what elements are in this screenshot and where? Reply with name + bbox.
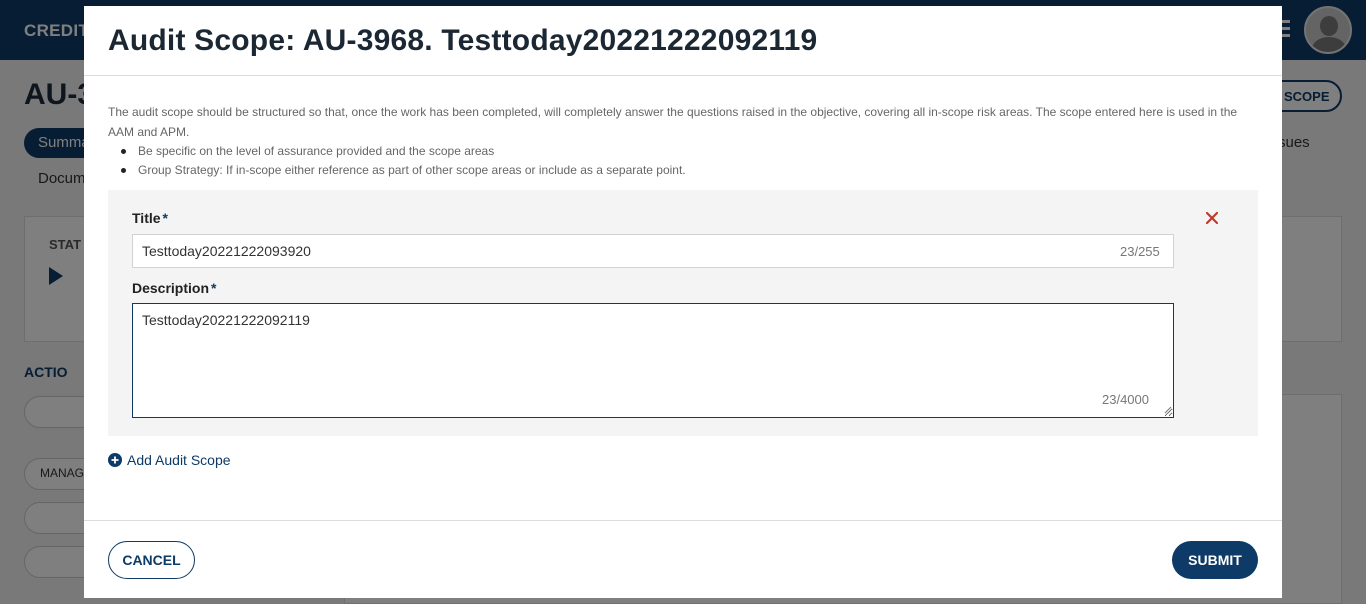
dialog-header: Audit Scope: AU-3968. Testtoday202212220… bbox=[84, 6, 1282, 76]
description-textarea[interactable]: Testtoday20221222092119 bbox=[132, 303, 1174, 418]
list-item: Group Strategy: If in-scope either refer… bbox=[108, 161, 686, 180]
scope-item-panel: Title* 23/255 Description* Testtoday2022… bbox=[108, 190, 1258, 436]
add-audit-scope-button[interactable]: Add Audit Scope bbox=[108, 450, 231, 470]
title-label-text: Title bbox=[132, 210, 161, 226]
guidance-list: Be specific on the level of assurance pr… bbox=[108, 142, 686, 180]
description-label-text: Description bbox=[132, 280, 210, 296]
dialog-title: Audit Scope: AU-3968. Testtoday202212220… bbox=[108, 24, 818, 57]
title-char-counter: 23/255 bbox=[1120, 244, 1160, 259]
required-mark: * bbox=[162, 210, 168, 226]
plus-circle-icon bbox=[108, 453, 122, 467]
list-item-text: Group Strategy: If in-scope either refer… bbox=[138, 163, 686, 177]
remove-scope-button[interactable] bbox=[1204, 210, 1220, 226]
title-label: Title * bbox=[132, 210, 168, 226]
list-item: Be specific on the level of assurance pr… bbox=[108, 142, 686, 161]
dialog-footer: CANCEL SUBMIT bbox=[84, 520, 1282, 598]
description-label: Description * bbox=[132, 280, 216, 296]
cancel-button[interactable]: CANCEL bbox=[108, 541, 195, 579]
list-item-text: Be specific on the level of assurance pr… bbox=[138, 144, 495, 158]
required-mark: * bbox=[211, 280, 217, 296]
intro-text: The audit scope should be structured so … bbox=[108, 105, 1238, 139]
resize-handle-icon[interactable] bbox=[1164, 406, 1172, 414]
close-icon[interactable] bbox=[1204, 210, 1220, 226]
title-input[interactable] bbox=[132, 234, 1174, 268]
add-audit-scope-label: Add Audit Scope bbox=[127, 452, 231, 468]
submit-button[interactable]: SUBMIT bbox=[1172, 541, 1258, 579]
description-char-counter: 23/4000 bbox=[1102, 392, 1149, 407]
audit-scope-dialog: Audit Scope: AU-3968. Testtoday202212220… bbox=[84, 6, 1282, 598]
